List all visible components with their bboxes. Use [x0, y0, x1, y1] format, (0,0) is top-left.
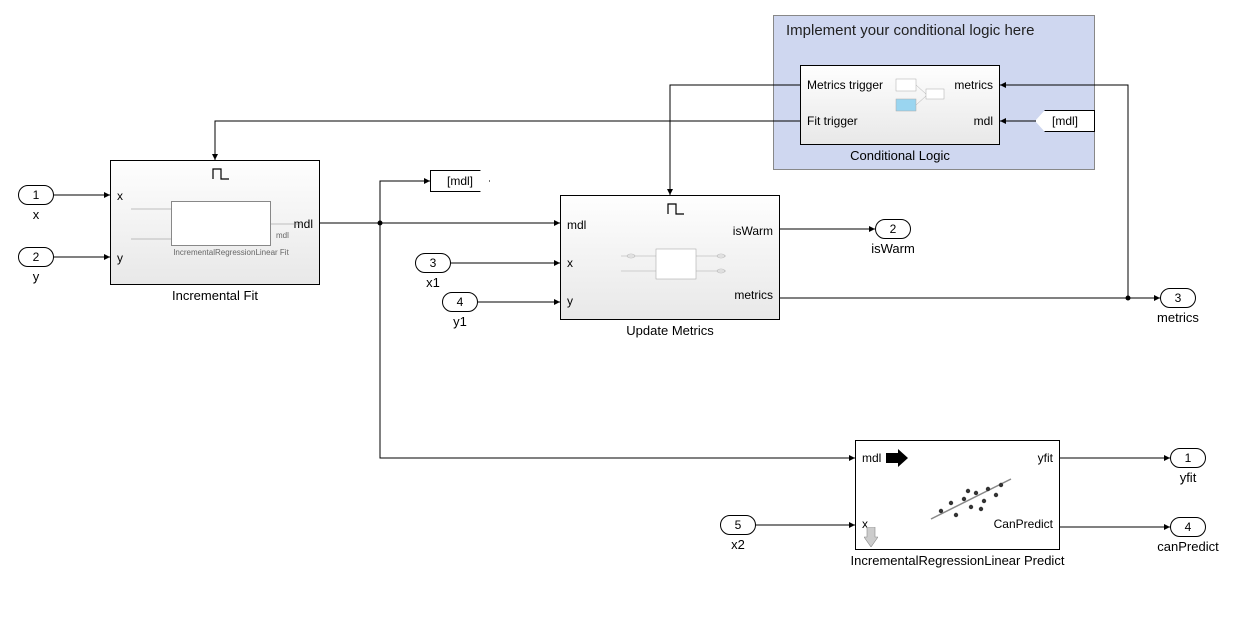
um-port-iswarm: isWarm [733, 224, 773, 238]
trigger-icon [666, 200, 686, 216]
um-port-y: y [567, 294, 573, 308]
fit-inner-label: IncrementalRegressionLinear Fit [171, 248, 291, 257]
incremental-fit-block[interactable]: x y mdl IncrementalRegressionLinear Fit … [110, 160, 320, 285]
outport-4-label: canPredict [1150, 539, 1226, 554]
mdl-arrow-icon [886, 449, 908, 467]
outport-4[interactable]: 4 [1170, 517, 1206, 537]
predict-label: IncrementalRegressionLinear Predict [835, 553, 1080, 568]
um-port-mdl: mdl [567, 218, 586, 232]
inport-4-label: y1 [442, 314, 478, 329]
inport-3-label: x1 [415, 275, 451, 290]
fit-port-y: y [117, 251, 123, 265]
trigger-icon [211, 165, 231, 181]
inport-5-label: x2 [720, 537, 756, 552]
cond-port-metrics: metrics [954, 78, 993, 92]
annotation-text: Implement your conditional logic here [786, 22, 1034, 39]
incremental-fit-label: Incremental Fit [110, 288, 320, 303]
inport-2[interactable]: 2 [18, 247, 54, 267]
outport-3-label: metrics [1145, 310, 1211, 325]
inport-4[interactable]: 4 [442, 292, 478, 312]
outport-1-label: yfit [1160, 470, 1216, 485]
outport-1[interactable]: 1 [1170, 448, 1206, 468]
outport-2[interactable]: 2 [875, 219, 911, 239]
predict-block[interactable]: mdl x yfit CanPredict [855, 440, 1060, 550]
fit-port-x: x [117, 189, 123, 203]
update-metrics-label: Update Metrics [560, 323, 780, 338]
cond-port-fit-trigger: Fit trigger [807, 114, 858, 128]
um-port-metrics: metrics [734, 288, 773, 302]
cond-port-mdl: mdl [974, 114, 993, 128]
pred-port-mdl: mdl [862, 451, 881, 465]
cond-port-metrics-trigger: Metrics trigger [807, 78, 883, 92]
inport-1[interactable]: 1 [18, 185, 54, 205]
from-mdl[interactable]: [mdl] [1035, 110, 1095, 132]
x-down-arrow-icon [864, 527, 878, 547]
inport-3[interactable]: 3 [415, 253, 451, 273]
conditional-logic-block[interactable]: Metrics trigger Fit trigger metrics mdl [800, 65, 1000, 145]
update-metrics-block[interactable]: mdl x y isWarm metrics [560, 195, 780, 320]
pred-port-yfit: yfit [1038, 451, 1053, 465]
outport-3[interactable]: 3 [1160, 288, 1196, 308]
conditional-logic-label: Conditional Logic [800, 148, 1000, 163]
simulink-canvas[interactable]: Implement your conditional logic here Me… [0, 0, 1242, 621]
um-port-x: x [567, 256, 573, 270]
outport-2-label: isWarm [858, 241, 928, 256]
scatter-icon [926, 471, 1016, 526]
goto-mdl[interactable]: [mdl] [430, 170, 490, 192]
inport-5[interactable]: 5 [720, 515, 756, 535]
inport-2-label: y [18, 269, 54, 284]
inport-1-label: x [18, 207, 54, 222]
